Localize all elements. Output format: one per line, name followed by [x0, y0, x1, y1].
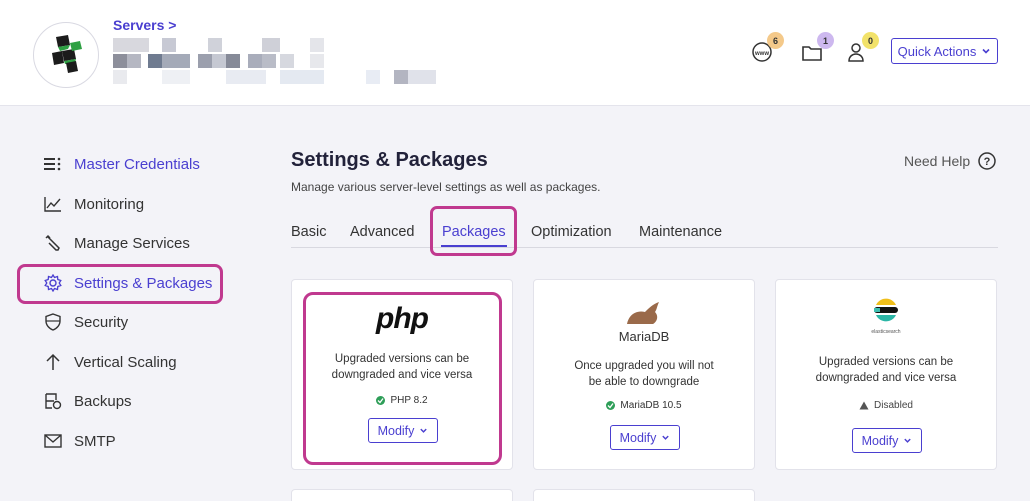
arrow-up-icon	[44, 353, 62, 371]
package-card-elasticsearch: elasticsearch Upgraded versions can be d…	[775, 279, 997, 470]
need-help-link[interactable]: Need Help ?	[904, 152, 996, 170]
sidebar-item-vertical-scaling[interactable]: Vertical Scaling	[44, 350, 177, 374]
tab-basic[interactable]: Basic	[291, 224, 326, 240]
card-description-line: be able to downgrade	[588, 376, 700, 388]
sidebar-item-label: Monitoring	[74, 195, 145, 213]
chevron-down-icon	[662, 435, 670, 440]
card-description-line: Once upgraded you will not	[574, 360, 714, 372]
package-card-partial	[533, 489, 755, 501]
quick-actions-label: Quick Actions	[897, 43, 977, 59]
modify-button[interactable]: Modify	[610, 425, 680, 450]
highlight-annotation-tab	[430, 206, 517, 256]
user-button[interactable]: 0	[845, 32, 879, 70]
elasticsearch-icon	[874, 298, 898, 322]
backup-icon	[44, 392, 62, 410]
user-count-badge: 0	[862, 32, 879, 49]
highlight-annotation-card	[303, 292, 502, 465]
quick-actions-button[interactable]: Quick Actions	[891, 38, 998, 64]
card-description-line: downgraded and vice versa	[815, 372, 957, 384]
modify-label: Modify	[619, 430, 657, 445]
card-status: MariaDB 10.5	[534, 400, 754, 411]
wrench-icon	[44, 234, 62, 252]
www-count-badge: 6	[767, 32, 784, 49]
highlight-annotation-sidebar	[17, 264, 223, 304]
card-status: Disabled	[776, 400, 996, 411]
sidebar-item-label: SMTP	[74, 432, 116, 450]
sidebar-item-master-credentials[interactable]: Master Credentials	[44, 152, 200, 176]
envelope-icon	[44, 432, 62, 450]
tab-bar: Basic Advanced Packages Optimization Mai…	[291, 222, 998, 248]
elasticsearch-logo-text: elasticsearch	[871, 329, 901, 335]
sidebar-item-smtp[interactable]: SMTP	[44, 429, 116, 453]
folder-button[interactable]: 1	[800, 32, 834, 70]
menu-list-icon	[44, 155, 62, 173]
modify-button[interactable]: Modify	[852, 428, 922, 453]
sidebar-item-label: Backups	[74, 392, 132, 410]
linode-logo-icon	[52, 35, 82, 73]
tab-optimization[interactable]: Optimization	[531, 224, 612, 240]
sidebar-item-label: Vertical Scaling	[74, 353, 177, 371]
mariadb-logo-text: MariaDB	[618, 329, 670, 344]
package-card-mariadb: MariaDB Once upgraded you will not be ab…	[533, 279, 755, 470]
elasticsearch-logo: elasticsearch	[776, 296, 996, 335]
chevron-down-icon	[982, 48, 990, 54]
page-title: Settings & Packages	[291, 149, 488, 171]
page-header: Servers > www 6 1 0 Quick Actions	[0, 0, 1030, 106]
mariadb-logo: MariaDB	[534, 300, 754, 344]
card-description: Upgraded versions can be downgraded and …	[786, 354, 986, 386]
need-help-label: Need Help	[904, 153, 971, 169]
tab-maintenance[interactable]: Maintenance	[639, 224, 722, 240]
help-circle-icon: ?	[978, 152, 996, 170]
card-description: Once upgraded you will not be able to do…	[544, 358, 744, 390]
folder-count-badge: 1	[817, 32, 834, 49]
check-circle-icon	[606, 401, 616, 410]
sidebar-item-label: Security	[74, 313, 129, 331]
warning-triangle-icon	[859, 401, 869, 410]
sidebar-item-security[interactable]: Security	[44, 310, 128, 334]
seal-icon	[627, 302, 659, 324]
sidebar-item-manage-services[interactable]: Manage Services	[44, 231, 190, 255]
card-description-line: Upgraded versions can be	[818, 356, 954, 368]
chart-line-icon	[44, 195, 62, 213]
sidebar-item-backups[interactable]: Backups	[44, 389, 132, 413]
package-card-partial	[291, 489, 513, 501]
shield-icon	[44, 313, 62, 331]
sidebar-item-monitoring[interactable]: Monitoring	[44, 192, 144, 216]
status-text: Disabled	[874, 400, 913, 411]
status-text: MariaDB 10.5	[620, 400, 682, 411]
svg-text:?: ?	[984, 156, 991, 168]
sidebar-item-label: Manage Services	[74, 234, 190, 252]
sidebar-item-label: Master Credentials	[74, 155, 200, 173]
tab-advanced[interactable]: Advanced	[350, 224, 415, 240]
svg-text:www: www	[754, 51, 769, 57]
breadcrumb-servers[interactable]: Servers >	[113, 17, 176, 33]
modify-label: Modify	[861, 433, 899, 448]
chevron-down-icon	[904, 438, 912, 443]
page-subtitle: Manage various server-level settings as …	[291, 180, 601, 194]
www-domains-button[interactable]: www 6	[750, 32, 784, 70]
server-logo	[33, 22, 99, 88]
